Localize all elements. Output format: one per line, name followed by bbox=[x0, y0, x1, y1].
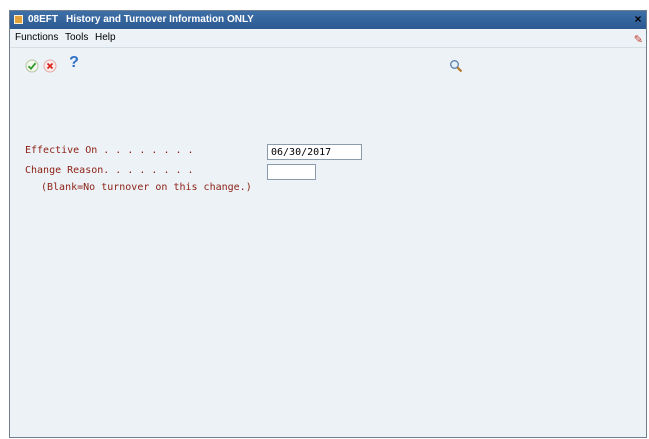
change-reason-label: Change Reason. . . . . . . . bbox=[25, 165, 194, 176]
ok-button[interactable] bbox=[25, 59, 39, 73]
search-button[interactable] bbox=[449, 59, 463, 73]
help-button[interactable]: ? bbox=[67, 54, 81, 71]
window-code: 08EFT bbox=[28, 14, 59, 25]
effective-on-label: Effective On . . . . . . . . bbox=[25, 145, 194, 156]
menu-bar: × Functions Tools Help ✎ bbox=[10, 13, 646, 47]
change-reason-input[interactable] bbox=[267, 164, 316, 180]
menu-tools[interactable]: Tools bbox=[63, 29, 90, 47]
checkmark-icon bbox=[25, 59, 39, 73]
menu-functions[interactable]: Functions bbox=[13, 29, 60, 47]
effective-on-input[interactable] bbox=[267, 144, 362, 160]
application-window: 08EFT History and Turnover Information O… bbox=[9, 10, 647, 438]
change-reason-note: (Blank=No turnover on this change.) bbox=[41, 182, 252, 193]
menu-help[interactable]: Help bbox=[93, 29, 118, 47]
cancel-button[interactable] bbox=[43, 59, 57, 73]
title-bar: 08EFT History and Turnover Information O… bbox=[10, 11, 646, 29]
toolbar: ? bbox=[10, 47, 646, 84]
x-icon bbox=[43, 59, 57, 73]
close-icon[interactable]: × bbox=[632, 13, 644, 25]
app-icon bbox=[14, 15, 23, 24]
form-area: Effective On . . . . . . . . Change Reas… bbox=[10, 83, 646, 437]
magnifier-icon bbox=[450, 60, 463, 73]
window-title: History and Turnover Information ONLY bbox=[66, 14, 254, 25]
